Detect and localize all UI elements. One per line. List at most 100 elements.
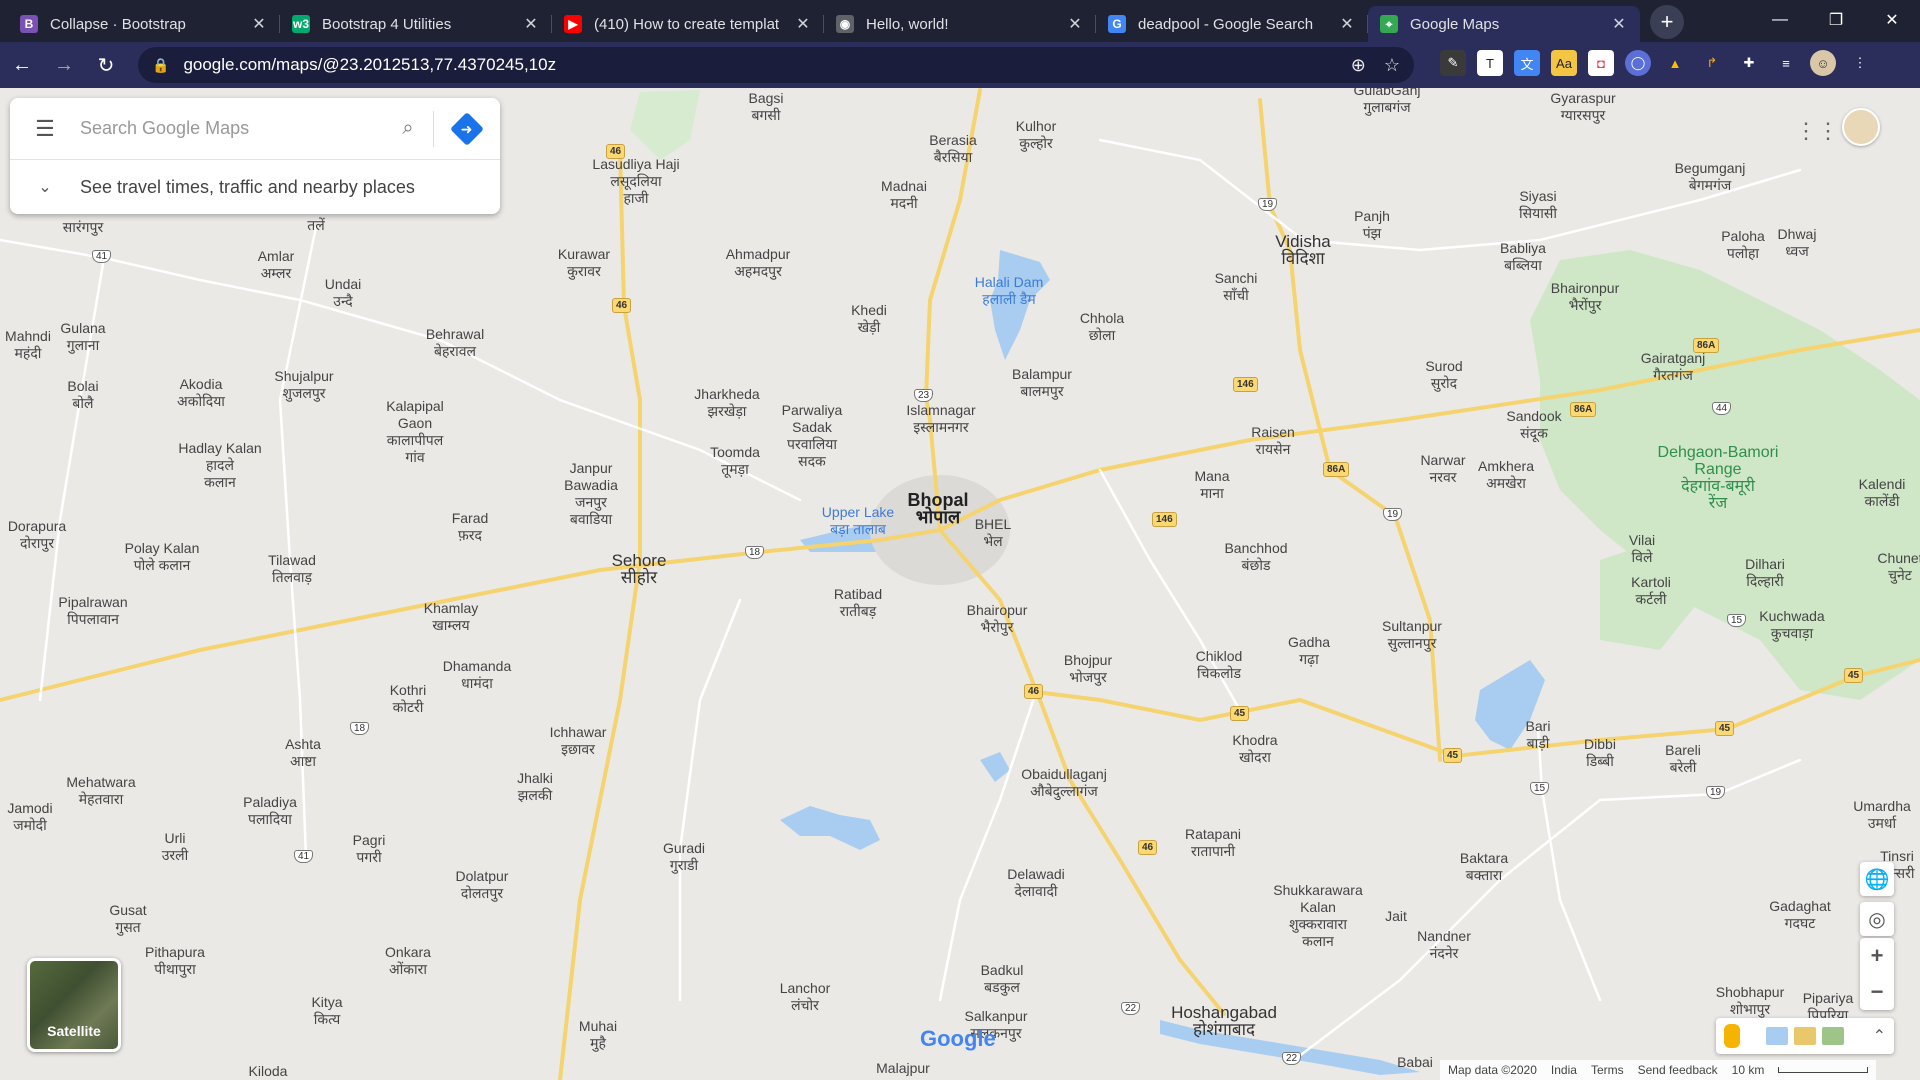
browser-tab[interactable]: ▶ (410) How to create templat ✕ (552, 6, 824, 42)
map-label-gyaraspur[interactable]: Gyaraspur ग्यारसपुर (1550, 90, 1615, 124)
map-label-siyasi[interactable]: Siyasi सियासी (1519, 188, 1557, 222)
map-label-bagsi[interactable]: Bagsi बगसी (748, 90, 783, 124)
reload-icon[interactable]: ↻ (86, 47, 126, 83)
extension-t-icon[interactable]: T (1477, 50, 1503, 76)
map-label-khodra[interactable]: Khodra खोदरा (1232, 732, 1277, 766)
map-label-amlar[interactable]: Amlar अम्लर (258, 248, 295, 282)
map-label-kothri[interactable]: Kothri कोटरी (390, 682, 427, 716)
search-input[interactable]: Search Google Maps (80, 118, 383, 139)
map-label-dhamanda[interactable]: Dhamanda धामंदा (443, 658, 512, 692)
browser-tab[interactable]: B Collapse · Bootstrap ✕ (8, 6, 280, 42)
map-label-kitya[interactable]: Kitya कित्य (311, 994, 342, 1028)
map-label-pagri[interactable]: Pagri पगरी (353, 832, 386, 866)
map-label-kartoli[interactable]: Kartoli कर्टली (1631, 574, 1671, 608)
layer-terrain-icon[interactable] (1822, 1027, 1844, 1045)
map-label-lasudliya[interactable]: Lasudliya Haji लसूदलिया हाजी (592, 156, 679, 207)
map-label-surod[interactable]: Surod सुरोद (1425, 358, 1462, 392)
map-label-gusat[interactable]: Gusat गुसत (109, 902, 146, 936)
map-label-guradi[interactable]: Guradi गुराडी (663, 840, 705, 874)
map-label-shukkarawara[interactable]: Shukkarawara Kalan शुक्करावारा कलान (1273, 882, 1363, 950)
forward-icon[interactable]: → (44, 47, 84, 83)
map-label-sarangpur[interactable]: सारंगपुर (63, 219, 103, 236)
map-label-chhola[interactable]: Chhola छोला (1080, 310, 1124, 344)
map-label-baktara[interactable]: Baktara बक्तारा (1460, 850, 1508, 884)
tab-close-icon[interactable]: ✕ (1066, 14, 1084, 34)
map-label-mahndi[interactable]: Mahndi महंदी (5, 328, 51, 362)
tab-close-icon[interactable]: ✕ (1610, 14, 1628, 34)
map-label-behrawal[interactable]: Behrawal बेहरावल (426, 326, 484, 360)
map-label-lanchor[interactable]: Lanchor लंचोर (780, 980, 831, 1014)
map-label-ahmadpur[interactable]: Ahmadpur अहमदपुर (726, 246, 791, 280)
map-label-vilai[interactable]: Vilai विले (1629, 532, 1655, 566)
map-label-ichhawar[interactable]: Ichhawar इछावर (550, 724, 607, 758)
extension-pen-icon[interactable]: ✎ (1440, 50, 1466, 76)
map-label-bhel[interactable]: BHEL भेल (975, 516, 1012, 550)
map-label-obaidullaganj[interactable]: Obaidullaganj औबेदुल्लागंज (1021, 766, 1107, 800)
map-label-ashta[interactable]: Ashta आष्टा (285, 736, 321, 770)
bookmark-star-icon[interactable]: ☆ (1384, 55, 1400, 76)
minimize-icon[interactable]: — (1752, 0, 1808, 40)
map-label-ratibad[interactable]: Ratibad रातीबड़ (834, 586, 882, 620)
map-label-dilhari[interactable]: Dilhari दिल्हारी (1745, 556, 1785, 590)
map-label-sultanpur[interactable]: Sultanpur सुल्तानपुर (1382, 618, 1442, 652)
map-label-sanchi[interactable]: Sanchi साँची (1215, 270, 1258, 304)
satellite-toggle[interactable]: Satellite (27, 958, 121, 1052)
map-label-tilawad[interactable]: Tilawad तिलवाड़ (268, 552, 316, 586)
map-label-sandook[interactable]: Sandook संदूक (1506, 408, 1561, 442)
browser-menu-icon[interactable]: ⋮ (1847, 50, 1873, 76)
map-label-balampur[interactable]: Balampur बालमपुर (1012, 366, 1072, 400)
zoom-in-icon[interactable]: + (1871, 943, 1884, 969)
map-label-jharkheda[interactable]: Jharkheda झरखेड़ा (694, 386, 759, 420)
map-label-islamnagar[interactable]: Islamnagar इस्लामनगर (906, 402, 975, 436)
travel-times-row[interactable]: ⌄ See travel times, traffic and nearby p… (10, 160, 500, 214)
map-label-bareli[interactable]: Bareli बरेली (1665, 742, 1701, 776)
account-avatar[interactable] (1842, 108, 1880, 146)
map-label-malajpur[interactable]: Malajpur (876, 1060, 930, 1077)
new-tab-button[interactable]: + (1650, 5, 1684, 39)
map-label-dehgaon[interactable]: Dehgaon-Bamori Range देहगांव-बमूरी रेंज (1658, 444, 1779, 512)
map-label-pithapura[interactable]: Pithapura पीथापुरा (145, 944, 205, 978)
zoom-out-icon[interactable]: − (1871, 979, 1884, 1005)
map-label-begumganj[interactable]: Begumganj बेगमगंज (1675, 160, 1746, 194)
browser-tab[interactable]: Gdeadpool - Google Search ✕ (1096, 6, 1368, 42)
browser-tab[interactable]: ⌖ Google Maps ✕ (1368, 6, 1640, 42)
close-window-icon[interactable]: ✕ (1864, 0, 1920, 40)
profile-avatar-icon[interactable]: ☺ (1810, 50, 1836, 76)
extension-pocket-icon[interactable]: ◘ (1588, 50, 1614, 76)
map-label-dorapura[interactable]: Dorapura दोरापुर (8, 518, 66, 552)
layer-transit-icon[interactable] (1766, 1027, 1788, 1045)
map-label-polay[interactable]: Polay Kalan पोले कलान (125, 540, 200, 574)
map-label-amkhera[interactable]: Amkhera अमखेरा (1478, 458, 1534, 492)
map-label-gulana[interactable]: Gulana गुलाना (60, 320, 105, 354)
layer-traffic-icon[interactable] (1794, 1027, 1816, 1045)
map-label-jhalki[interactable]: Jhalki झलकी (517, 770, 553, 804)
map-label-shujalpur[interactable]: Shujalpur शुजलपुर (274, 368, 333, 402)
back-icon[interactable]: ← (2, 47, 42, 83)
map-label-upperlake[interactable]: Upper Lake बड़ा तालाब (822, 504, 894, 538)
map-label-dolatpur[interactable]: Dolatpur दोलतपुर (456, 868, 509, 902)
map-label-chiklod[interactable]: Chiklod चिकलोड (1196, 648, 1243, 682)
map-label-gadaghat[interactable]: Gadaghat गदघट (1769, 898, 1831, 932)
my-location-icon[interactable]: ◎ (1860, 902, 1894, 936)
map-label-bolai[interactable]: Bolai बोलै (67, 378, 98, 412)
map-label-bhopal[interactable]: Bhopal भोपाल (908, 491, 969, 526)
map-label-madnai[interactable]: Madnai मदनी (881, 178, 927, 212)
map-label-parwaliya[interactable]: Parwaliya Sadak परवालिया सदक (782, 402, 843, 470)
browser-tab[interactable]: ◉ Hello, world! ✕ (824, 6, 1096, 42)
extension-circle-icon[interactable]: ◯ (1625, 50, 1651, 76)
map-label-shobhapur[interactable]: Shobhapur शोभापुर (1716, 984, 1785, 1018)
map-label-sehore[interactable]: Sehore सीहोर (612, 552, 667, 586)
terms-link[interactable]: Terms (1591, 1063, 1624, 1077)
map-label-kalendi[interactable]: Kalendi कालेंडी (1859, 476, 1906, 510)
map-label-panjh[interactable]: Panjh पंझ (1354, 208, 1390, 242)
map-label-urli[interactable]: Urli उरली (162, 830, 189, 864)
map-label-khamlay[interactable]: Khamlay खाम्लय (424, 600, 478, 634)
map-label-kiloda[interactable]: Kiloda (249, 1063, 288, 1080)
send-feedback-link[interactable]: Send feedback (1638, 1063, 1718, 1077)
map-label-nandner[interactable]: Nandner नंदनेर (1417, 928, 1471, 962)
map-label-jait[interactable]: Jait (1385, 908, 1407, 925)
map-label-berasia[interactable]: Berasia बैरसिया (929, 132, 976, 166)
address-bar[interactable]: 🔒 google.com/maps/@23.2012513,77.4370245… (138, 47, 1414, 83)
map-label-undai[interactable]: Undai उन्दै (325, 276, 362, 310)
map-label-paloha[interactable]: Paloha पलोहा (1721, 228, 1765, 262)
